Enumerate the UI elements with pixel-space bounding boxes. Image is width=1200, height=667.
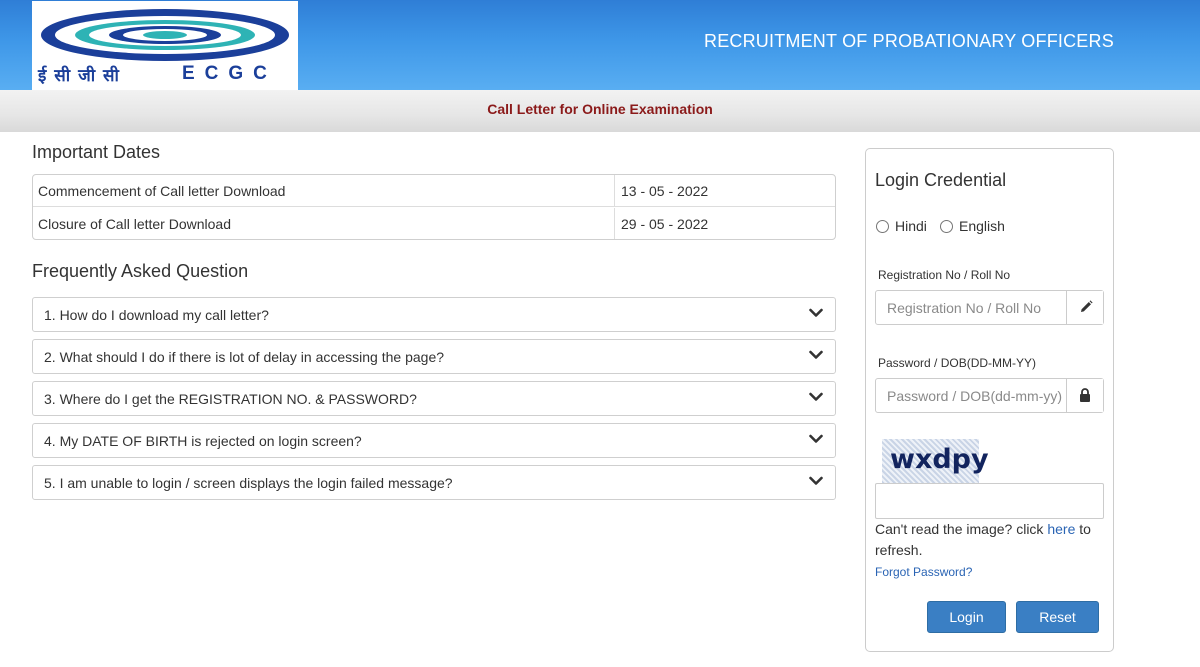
date-value: 29 - 05 - 2022 [621,216,709,232]
faq-question: 2. What should I do if there is lot of d… [44,349,445,365]
registration-label: Registration No / Roll No [878,268,1011,282]
captcha-refresh-link[interactable]: here [1047,521,1075,537]
table-row: Closure of Call letter Download 29 - 05 … [33,208,835,239]
chevron-down-icon[interactable] [809,476,823,486]
radio-circle[interactable] [940,220,953,233]
login-panel: Login Credential Hindi English Registrat… [865,148,1114,652]
faq-item-4[interactable]: 4. My DATE OF BIRTH is rejected on login… [32,423,836,458]
chevron-down-icon[interactable] [809,350,823,360]
password-label: Password / DOB(DD-MM-YY) [878,356,1037,370]
important-dates-heading: Important Dates [32,142,161,162]
faq-item-2[interactable]: 2. What should I do if there is lot of d… [32,339,836,374]
captcha-image: wxdpy [882,439,989,483]
table-row: Commencement of Call letter Download 13 … [33,175,835,207]
faq-item-1[interactable]: 1. How do I download my call letter? [32,297,836,332]
password-input-group [875,378,1104,413]
login-button[interactable]: Login [927,601,1006,633]
logo-hindi-text: ई सी जी सी [38,66,120,86]
forgot-password-link[interactable]: Forgot Password? [875,565,972,579]
radio-label: Hindi [895,218,927,234]
date-value: 13 - 05 - 2022 [621,183,709,199]
captcha-text: wxdpy [890,444,989,475]
radio-label: English [959,218,1005,234]
captcha-input[interactable] [875,483,1104,519]
reset-button[interactable]: Reset [1016,601,1099,633]
radio-circle[interactable] [876,220,889,233]
site-title: RECRUITMENT OF PROBATIONARY OFFICERS [704,31,1114,51]
faq-heading: Frequently Asked Question [32,261,249,281]
chevron-down-icon[interactable] [809,392,823,402]
lock-icon [1080,388,1090,402]
ecgc-logo[interactable]: ई सी जी सी ECGC [32,1,298,90]
page-subheader: Call Letter for Online Examination [0,90,1200,132]
faq-question: 5. I am unable to login / screen display… [44,475,453,491]
important-dates-table: Commencement of Call letter Download 13 … [32,174,836,240]
date-label: Closure of Call letter Download [33,208,615,239]
password-addon [1066,379,1103,412]
faq-question: 3. Where do I get the REGISTRATION NO. &… [44,391,417,407]
registration-input[interactable] [876,291,1067,324]
pencil-icon [1081,300,1093,312]
registration-addon [1066,291,1103,324]
faq-item-3[interactable]: 3. Where do I get the REGISTRATION NO. &… [32,381,836,416]
chevron-down-icon[interactable] [809,434,823,444]
captcha-refresh-text: Can't read the image? click here to refr… [875,519,1110,561]
refresh-prefix: Can't read the image? click [875,521,1048,537]
faq-question: 4. My DATE OF BIRTH is rejected on login… [44,433,362,449]
faq-question: 1. How do I download my call letter? [44,307,269,323]
logo-ecgc-text: ECGC [182,63,277,84]
password-input[interactable] [876,379,1067,412]
chevron-down-icon[interactable] [809,308,823,318]
login-panel-title: Login Credential [875,170,1007,190]
site-header: ई सी जी सी ECGC RECRUITMENT OF PROBATION… [0,0,1200,90]
registration-input-group [875,290,1104,325]
page-title: Call Letter for Online Examination [487,101,713,117]
faq-item-5[interactable]: 5. I am unable to login / screen display… [32,465,836,500]
ecgc-logo-emblem [41,9,289,61]
date-label: Commencement of Call letter Download [33,175,615,207]
